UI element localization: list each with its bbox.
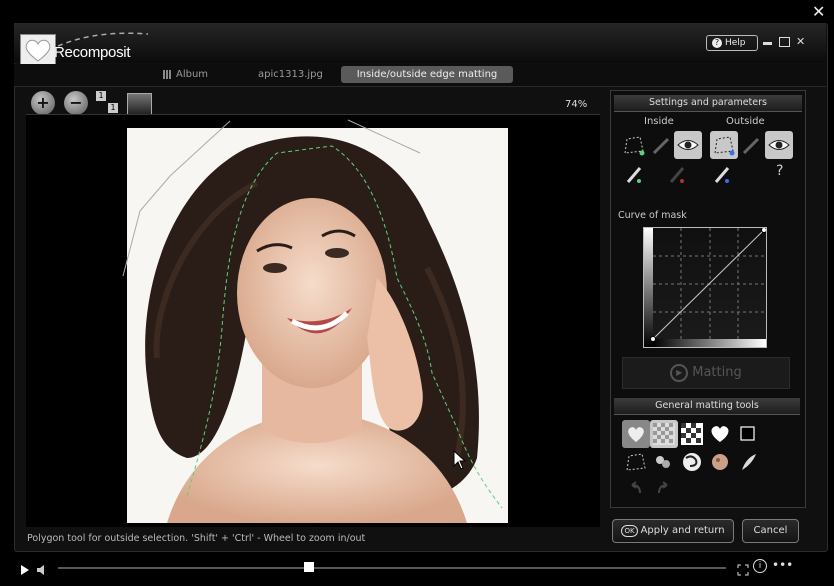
outside-view-eye-icon[interactable] (765, 131, 793, 159)
inside-brush-icon[interactable] (648, 131, 676, 159)
status-text: Polygon tool for outside selection. 'Shi… (27, 533, 366, 544)
play-icon[interactable] (20, 561, 30, 580)
feather-icon[interactable] (734, 448, 762, 476)
actual-size-button[interactable]: 1 1 (96, 91, 120, 115)
outside-polygon-tool-icon[interactable] (710, 131, 738, 159)
progress-track[interactable] (58, 567, 726, 569)
outside-polygon (120, 116, 430, 285)
info-icon[interactable]: i (753, 559, 767, 573)
zoom-in-button[interactable]: + (31, 91, 55, 115)
checkerboard-icon[interactable] (678, 420, 706, 448)
outside-brush-icon[interactable] (738, 131, 766, 159)
white-square-icon[interactable] (734, 420, 762, 448)
tab-file[interactable]: apic1313.jpg (258, 66, 323, 83)
inside-eraser-icon[interactable] (663, 160, 691, 188)
ok-icon: OK (621, 525, 638, 537)
help-button[interactable]: ? Help (706, 35, 758, 51)
inside-label: Inside (644, 116, 674, 127)
settings-header: Settings and parameters (614, 95, 802, 112)
swirl-icon[interactable] (678, 448, 706, 476)
undo-icon[interactable] (628, 480, 644, 500)
inside-view-eye-icon[interactable] (674, 131, 702, 159)
general-tools-header: General matting tools (614, 398, 800, 415)
minimize-icon[interactable] (763, 42, 772, 45)
outside-label: Outside (726, 116, 765, 127)
transparent-bg-icon[interactable] (650, 420, 678, 448)
zoom-level: 74% (565, 99, 588, 110)
heart-mask-icon[interactable] (622, 420, 650, 448)
zoom-out-button[interactable]: − (64, 91, 88, 115)
fullscreen-icon[interactable] (737, 561, 749, 580)
heart-shape-icon[interactable] (706, 420, 734, 448)
texture-ball-icon[interactable] (706, 448, 734, 476)
inside-pen-icon[interactable] (620, 160, 648, 188)
smudge-icon[interactable] (650, 448, 678, 476)
cursor-icon (453, 449, 467, 474)
apply-return-button[interactable]: OK Apply and return (612, 519, 734, 543)
app-name: Recomposit (54, 44, 131, 61)
matting-button[interactable]: ▶ Matting (622, 357, 790, 389)
fit-screen-button[interactable] (127, 93, 152, 115)
maximize-icon[interactable] (779, 37, 790, 47)
progress-knob[interactable] (304, 562, 314, 572)
more-icon[interactable]: ••• (772, 558, 793, 572)
help-icon: ? (712, 38, 722, 48)
logo-icon (20, 34, 56, 66)
redo-icon[interactable] (655, 480, 671, 500)
mask-curve-graph[interactable] (643, 227, 767, 348)
window-close-icon[interactable]: ✕ (796, 35, 805, 48)
polygon-select-icon[interactable] (622, 448, 650, 476)
play-circle-icon: ▶ (670, 363, 689, 382)
close-icon[interactable]: ✕ (812, 2, 825, 21)
cancel-button[interactable]: Cancel (742, 519, 799, 543)
grid-icon (163, 69, 172, 79)
outside-pen-icon[interactable] (708, 160, 736, 188)
tab-edge-matting[interactable]: Inside/outside edge matting (341, 66, 513, 83)
tab-album[interactable]: Album (163, 66, 208, 83)
inside-polygon-tool-icon[interactable] (620, 131, 648, 159)
volume-icon[interactable] (36, 561, 48, 580)
curve-label: Curve of mask (618, 210, 687, 221)
help-question-icon[interactable]: ? (776, 163, 783, 179)
